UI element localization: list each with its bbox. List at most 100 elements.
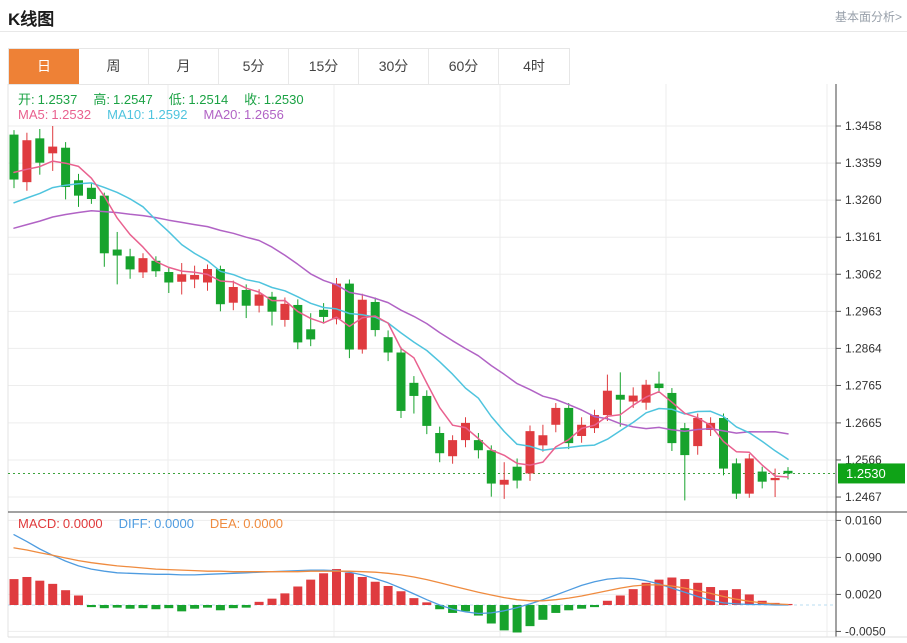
axis-tick-label: 1.3359 <box>845 156 882 170</box>
macd-bar <box>164 605 173 608</box>
candle <box>448 440 457 456</box>
candle <box>616 395 625 400</box>
axis-tick-label: 1.2963 <box>845 304 882 318</box>
axis-tick-label: 1.2467 <box>845 490 882 504</box>
macd-bar <box>551 605 560 613</box>
candle <box>164 272 173 282</box>
open-value: 1.2537 <box>38 92 78 107</box>
macd-bar <box>564 605 573 610</box>
diff-label: DIFF: <box>119 516 152 531</box>
candle <box>487 450 496 483</box>
macd-bar <box>526 605 535 626</box>
candle <box>306 329 315 339</box>
axis-tick-label: 0.0090 <box>845 550 882 564</box>
macd-bar <box>151 605 160 609</box>
macd-bar <box>203 605 212 608</box>
candle <box>293 305 302 342</box>
tab-30min[interactable]: 30分 <box>359 49 429 84</box>
macd-bar <box>538 605 547 620</box>
macd-bar <box>513 605 522 632</box>
candle <box>526 431 535 473</box>
macd-bar <box>87 605 96 607</box>
candle <box>538 435 547 445</box>
macd-bar <box>487 605 496 624</box>
tab-60min[interactable]: 60分 <box>429 49 499 84</box>
high-value: 1.2547 <box>113 92 153 107</box>
macd-bar <box>35 581 44 605</box>
candle <box>280 304 289 320</box>
macd-bar <box>190 605 199 609</box>
candle <box>784 471 793 474</box>
candle <box>35 138 44 162</box>
tab-day[interactable]: 日 <box>9 49 79 84</box>
tab-4hour[interactable]: 4时 <box>499 49 569 84</box>
candle <box>332 284 341 320</box>
candle <box>255 294 264 305</box>
axis-tick-label: 1.3260 <box>845 193 882 207</box>
candle <box>190 275 199 279</box>
candle <box>113 250 122 256</box>
macd-bar <box>603 601 612 605</box>
close-label: 收: <box>244 92 261 107</box>
axis-tick-label: 1.3458 <box>845 119 882 133</box>
close-value: 1.2530 <box>264 92 304 107</box>
high-label: 高: <box>93 92 110 107</box>
macd-bar <box>461 605 470 611</box>
tab-15min[interactable]: 15分 <box>289 49 359 84</box>
timeframe-tabs: 日 周 月 5分 15分 30分 60分 4时 <box>8 48 570 85</box>
axis-tick-label: 1.2864 <box>845 341 882 355</box>
macd-bar <box>113 605 122 608</box>
candle <box>216 269 225 304</box>
candle <box>551 408 560 425</box>
macd-bar <box>280 593 289 605</box>
macd-bar <box>409 598 418 605</box>
kline-widget: 1.3458 1.3359 1.3260 1.3161 1.3062 1.2963 1.28… <box>0 0 907 643</box>
diff-value: 0.0000 <box>154 516 194 531</box>
macd-label: MACD: <box>18 516 60 531</box>
macd-bar <box>268 599 277 605</box>
macd-bar <box>629 589 638 605</box>
macd-bar <box>422 602 431 605</box>
macd-bar <box>22 577 31 605</box>
macd-bar <box>216 605 225 610</box>
macd-bar <box>577 605 586 609</box>
macd-bar <box>332 569 341 605</box>
header: K线图 基本面分析> <box>0 0 907 44</box>
macd-bar <box>500 605 509 630</box>
ma-legend: MA5:1.2532MA10:1.2592MA20:1.2656 <box>18 107 287 122</box>
candle <box>177 274 186 281</box>
macd-bar <box>397 591 406 605</box>
candle <box>48 147 57 154</box>
ohlc-legend: 开:1.2537高:1.2547低:1.2514收:1.2530 <box>18 89 307 108</box>
axis-tick-label: 1.3161 <box>845 230 882 244</box>
macd-bar <box>48 584 57 605</box>
macd-bar <box>177 605 186 611</box>
axis-tick-label: 1.3062 <box>845 267 882 281</box>
macd-histogram <box>10 569 793 632</box>
candle <box>100 196 109 254</box>
tab-5min[interactable]: 5分 <box>219 49 289 84</box>
macd-bar <box>371 582 380 605</box>
ma10-value: 1.2592 <box>148 107 188 122</box>
macd-bar <box>384 586 393 605</box>
candle <box>139 258 148 272</box>
macd-bar <box>732 589 741 605</box>
axis-tick-label: -0.0050 <box>845 624 886 638</box>
ma5-value: 1.2532 <box>51 107 91 122</box>
macd-bar <box>293 586 302 605</box>
tab-week[interactable]: 周 <box>79 49 149 84</box>
macd-bar <box>61 590 70 605</box>
candle <box>422 396 431 426</box>
candle <box>680 428 689 455</box>
candle <box>229 287 238 303</box>
macd-bar <box>590 605 599 607</box>
ma-lines <box>14 161 788 477</box>
macd-bar <box>100 605 109 608</box>
page-title: K线图 <box>8 5 54 30</box>
tab-month[interactable]: 月 <box>149 49 219 84</box>
candle <box>61 148 70 187</box>
candle <box>87 188 96 199</box>
macd-bar <box>345 573 354 605</box>
ma20-value: 1.2656 <box>244 107 284 122</box>
fundamental-analysis-link[interactable]: 基本面分析> <box>835 8 902 25</box>
